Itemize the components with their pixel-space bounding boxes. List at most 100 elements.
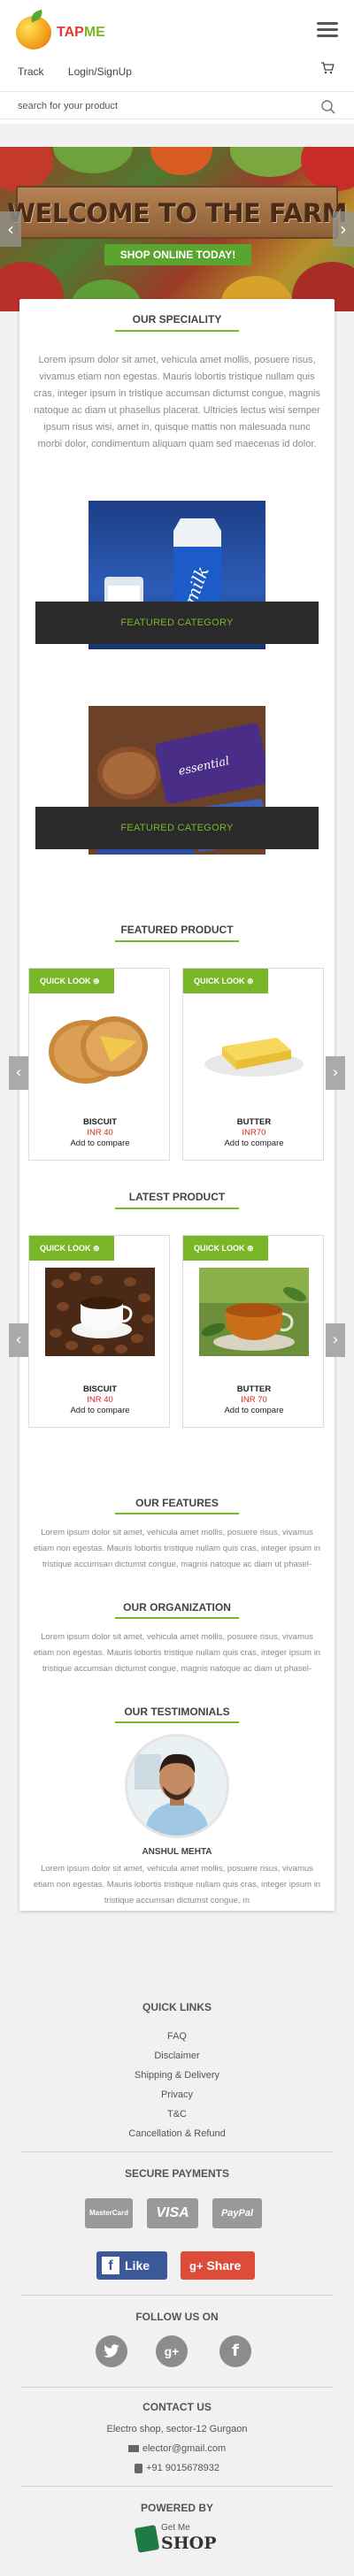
quick-look-button[interactable]: QUICK LOOK ⊕	[183, 969, 268, 993]
product-image-coffee	[45, 1268, 155, 1356]
facebook-like-button[interactable]: f Like	[96, 2251, 167, 2280]
footer-divider	[21, 2486, 333, 2487]
hero-banner: WELCOME TO THE FARM SHOP ONLINE TODAY! ‹…	[0, 147, 354, 311]
nav-track-link[interactable]: Track	[18, 65, 44, 78]
product-price: INR 70	[241, 1395, 267, 1405]
latest-product-underline	[115, 1208, 239, 1209]
testimonials-underline	[115, 1721, 239, 1723]
latest-next-arrow[interactable]: ›	[326, 1323, 345, 1357]
zoom-icon: ⊕	[247, 977, 254, 985]
hamburger-icon[interactable]	[317, 22, 338, 38]
powered-brand-bottom: SHOP	[161, 2534, 217, 2553]
quick-links-title: QUICK LINKS	[142, 2001, 212, 2013]
featured-category-bar-1[interactable]: FEATURED CATEGORY	[35, 602, 319, 644]
facebook-icon[interactable]: f	[219, 2335, 251, 2367]
footer-link-shipping[interactable]: Shipping & Delivery	[0, 2070, 354, 2081]
organization-title: OUR ORGANIZATION	[123, 1601, 231, 1614]
nav-login-link[interactable]: Login/SignUp	[68, 65, 132, 78]
speciality-underline	[115, 330, 239, 332]
zoom-icon: ⊕	[93, 977, 100, 985]
footer-divider	[21, 2295, 333, 2296]
features-underline	[115, 1513, 239, 1514]
product-name: BISCUIT	[83, 1384, 117, 1394]
testimonials-title: OUR TESTIMONIALS	[124, 1706, 230, 1718]
product-card[interactable]: QUICK LOOK ⊕ BISCUIT INR 40 Add to compa…	[28, 968, 170, 1161]
featured-prev-arrow[interactable]: ‹	[9, 1056, 28, 1090]
shopping-bag-icon	[134, 2525, 160, 2553]
featured-next-arrow[interactable]: ›	[326, 1056, 345, 1090]
add-to-compare-link[interactable]: Add to compare	[29, 1406, 171, 1415]
banner-next-arrow[interactable]: ›	[333, 211, 354, 247]
banner-prev-arrow[interactable]: ‹	[0, 211, 21, 247]
product-image-tea	[199, 1268, 309, 1356]
product-price: INR 40	[87, 1395, 113, 1405]
organization-underline	[115, 1617, 239, 1619]
powered-brand-top: Get Me	[161, 2523, 190, 2533]
product-name: BUTTER	[236, 1384, 272, 1394]
features-title: OUR FEATURES	[135, 1497, 219, 1509]
phone-icon	[135, 2463, 143, 2473]
latest-product-title: LATEST PRODUCT	[128, 1191, 226, 1203]
testimonial-text: Lorem ipsum dolor sit amet, vehicula ame…	[33, 1864, 321, 1905]
mastercard-icon: MasterCard	[85, 2198, 133, 2228]
header: TAPME Track Login/SignUp	[0, 0, 354, 124]
product-image-butter	[199, 1000, 309, 1089]
contact-address: Electro shop, sector-12 Gurgaon	[106, 2424, 248, 2434]
banner-headline: WELCOME TO THE FARM	[6, 198, 348, 228]
secure-payments-title: SECURE PAYMENTS	[124, 2167, 230, 2180]
footer-link-disclaimer[interactable]: Disclaimer	[0, 2051, 354, 2061]
logo[interactable]: TAPME	[16, 9, 120, 50]
featured-product-underline	[115, 940, 239, 942]
mail-icon	[127, 2445, 139, 2453]
testimonial-name: ANSHUL MEHTA	[142, 1847, 212, 1857]
search-icon[interactable]	[320, 99, 336, 115]
twitter-icon[interactable]	[96, 2335, 127, 2367]
cart-icon[interactable]	[320, 62, 335, 74]
add-to-compare-link[interactable]: Add to compare	[183, 1406, 325, 1415]
quick-look-button[interactable]: QUICK LOOK ⊕	[29, 969, 114, 993]
getmeshop-logo[interactable]: Get Me SHOP	[133, 2521, 221, 2555]
footer-divider	[21, 2151, 333, 2152]
add-to-compare-link[interactable]: Add to compare	[183, 1138, 325, 1148]
google-share-button[interactable]: g+ Share	[181, 2251, 255, 2280]
powered-by-title: POWERED BY	[140, 2502, 213, 2514]
speciality-text: Lorem ipsum dolor sit amet, vehicula ame…	[33, 355, 321, 449]
product-price: INR 40	[87, 1128, 113, 1138]
footer-link-faq[interactable]: FAQ	[0, 2031, 354, 2042]
featured-product-title: FEATURED PRODUCT	[120, 924, 234, 936]
product-card[interactable]: QUICK LOOK ⊕ BUTTER INR70 Add to compare	[182, 968, 324, 1161]
top-nav: Track Login/SignUp	[18, 65, 153, 78]
product-image-biscuit	[45, 1000, 155, 1089]
quick-look-button[interactable]: QUICK LOOK ⊕	[29, 1236, 114, 1261]
organization-text: Lorem ipsum dolor sit amet, vehicula ame…	[33, 1632, 321, 1674]
footer-link-privacy[interactable]: Privacy	[0, 2089, 354, 2100]
footer-link-cancellation[interactable]: Cancellation & Refund	[0, 2128, 354, 2139]
contact-title: CONTACT US	[142, 2401, 212, 2413]
product-card[interactable]: QUICK LOOK ⊕ BISCUIT INR 40 Add to compa…	[28, 1235, 170, 1428]
featured-category-bar-2[interactable]: FEATURED CATEGORY	[35, 807, 319, 849]
contact-email[interactable]: elector@gmail.com	[0, 2443, 354, 2454]
product-name: BISCUIT	[83, 1117, 117, 1127]
avatar	[125, 1734, 229, 1838]
visa-icon: VISA	[147, 2198, 198, 2228]
google-plus-icon: g+	[189, 2259, 204, 2273]
latest-prev-arrow[interactable]: ‹	[9, 1323, 28, 1357]
product-price: INR70	[242, 1128, 266, 1138]
footer-link-tc[interactable]: T&C	[0, 2109, 354, 2120]
zoom-icon: ⊕	[247, 1244, 254, 1253]
google-plus-icon[interactable]: g+	[156, 2335, 188, 2367]
contact-phone[interactable]: +91 9015678932	[0, 2463, 354, 2473]
speciality-title: OUR SPECIALITY	[132, 313, 222, 326]
product-card[interactable]: QUICK LOOK ⊕ BUTTER INR 70 Add to compar…	[182, 1235, 324, 1428]
search-bar	[0, 91, 354, 119]
footer-divider	[21, 2387, 333, 2388]
add-to-compare-link[interactable]: Add to compare	[29, 1138, 171, 1148]
quick-look-button[interactable]: QUICK LOOK ⊕	[183, 1236, 268, 1261]
zoom-icon: ⊕	[93, 1244, 100, 1253]
shop-online-button[interactable]: SHOP ONLINE TODAY!	[104, 244, 251, 265]
facebook-icon: f	[102, 2257, 119, 2274]
search-input[interactable]	[18, 98, 301, 114]
logo-text: TAPME	[57, 25, 105, 40]
content-card: OUR SPECIALITY Lorem ipsum dolor sit ame…	[9, 299, 345, 1911]
paypal-icon: PayPal	[212, 2198, 262, 2228]
